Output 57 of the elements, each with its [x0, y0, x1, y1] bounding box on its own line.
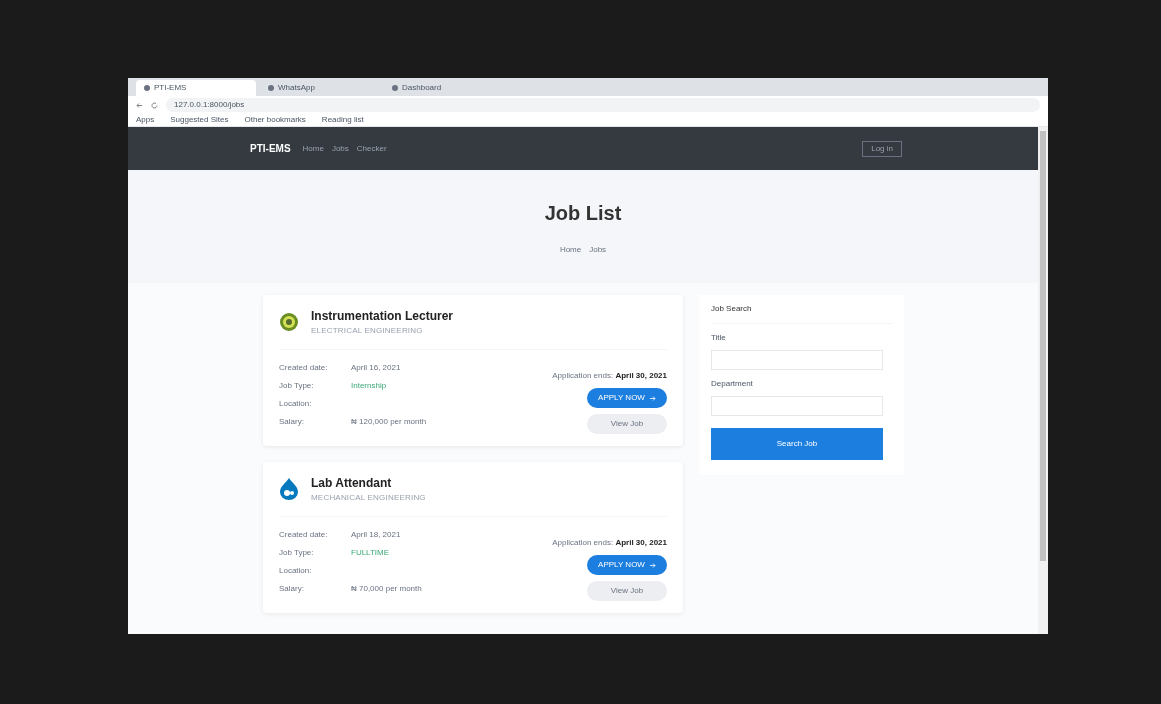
bookmark-link[interactable]: Apps — [136, 114, 155, 126]
drop-logo-icon — [279, 478, 299, 500]
field-label: Title — [711, 332, 727, 344]
nav-link[interactable]: Checker — [356, 142, 387, 155]
search-heading: Job Search — [711, 303, 892, 324]
breadcrumb-item[interactable]: Jobs — [589, 243, 607, 256]
job-department: MECHANICAL ENGINEERING — [311, 492, 426, 504]
view-job-button[interactable]: View Job — [587, 581, 667, 601]
browser-tab[interactable]: PTI-EMS — [136, 80, 256, 96]
apply-now-button[interactable]: APPLY NOW — [587, 388, 667, 408]
application-deadline: Application ends: April 30, 2021 — [552, 370, 667, 382]
search-job-button[interactable]: Search Job — [711, 428, 883, 460]
field-label: Salary: — [279, 415, 305, 428]
field-label: Location: — [279, 564, 313, 577]
badge-logo-icon — [279, 312, 299, 332]
field-label: Department — [711, 378, 754, 390]
breadcrumb-item[interactable]: Home — [559, 243, 582, 256]
search-input[interactable] — [711, 396, 883, 416]
field-value: ₦ 120,000 per month — [351, 415, 427, 428]
bookmark-link[interactable]: Suggested Sites — [170, 114, 229, 126]
tab-favicon-icon — [268, 85, 274, 91]
reload-icon[interactable] — [151, 101, 158, 109]
login-button[interactable]: Log in — [862, 140, 902, 157]
scrollbar[interactable] — [1038, 127, 1048, 634]
tab-title: Dashboard — [402, 82, 442, 94]
tab-title: WhatsApp — [278, 82, 315, 94]
nav-link[interactable]: Home — [302, 142, 324, 155]
bookmark-link[interactable]: Other bookmarks — [244, 114, 306, 126]
job-department: ELECTRICAL ENGINEERING — [311, 325, 424, 337]
field-label: Job Type: — [279, 546, 315, 559]
field-label: Job Type: — [279, 379, 315, 392]
field-label: Salary: — [279, 582, 305, 595]
tab-title: PTI-EMS — [154, 82, 187, 94]
application-deadline: Application ends: April 30, 2021 — [552, 537, 667, 549]
field-value: April 16, 2021 — [351, 361, 401, 374]
bookmark-link[interactable]: Reading list — [321, 114, 364, 126]
field-value: ₦ 70,000 per month — [351, 582, 422, 595]
page-title: Job List — [544, 200, 622, 226]
field-value: Internship — [351, 379, 387, 392]
job-title: Instrumentation Lecturer — [311, 308, 454, 325]
back-icon[interactable] — [136, 101, 143, 109]
apply-now-button[interactable]: APPLY NOW — [587, 555, 667, 575]
field-value: FULLTIME — [351, 546, 390, 559]
view-job-button[interactable]: View Job — [587, 414, 667, 434]
field-label: Created date: — [279, 361, 329, 374]
field-label: Created date: — [279, 528, 329, 541]
field-value: April 18, 2021 — [351, 528, 401, 541]
nav-link[interactable]: Jobs — [331, 142, 349, 155]
tab-favicon-icon — [392, 85, 398, 91]
job-title: Lab Attendant — [311, 475, 393, 492]
site-brand[interactable]: PTI-EMS — [250, 141, 291, 156]
field-label: Location: — [279, 397, 313, 410]
address-bar[interactable]: 127.0.0.1:8000/jobs — [166, 98, 1040, 112]
arrow-icon — [648, 561, 656, 569]
search-input[interactable] — [711, 350, 883, 370]
arrow-icon — [648, 394, 656, 402]
tab-favicon-icon — [144, 85, 150, 91]
